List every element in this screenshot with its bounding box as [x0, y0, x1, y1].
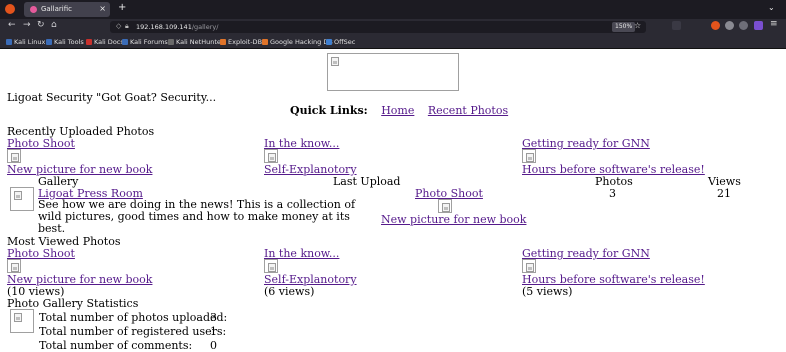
broken-image-icon	[268, 153, 276, 162]
broken-image-icon	[11, 263, 19, 272]
stat-value: 1	[210, 325, 217, 338]
back-arrow-icon[interactable]: ←	[8, 20, 16, 30]
ublock-extension-icon[interactable]	[711, 21, 720, 30]
gallery-description-line: wild pictures, good times and how to mak…	[38, 210, 350, 223]
broken-image-icon	[11, 153, 19, 162]
bookmarks-toolbar: Kali Linux Kali Tools Kali Docs Kali For…	[0, 34, 786, 49]
most-viewed-thumbnail[interactable]	[7, 259, 21, 273]
stat-label: Total number of photos uploaded:	[39, 311, 228, 324]
bookmark-label: Kali NetHunter	[176, 38, 224, 46]
kali-nethunter-icon	[168, 39, 174, 45]
bookmark-label: Kali Tools	[54, 38, 84, 46]
bookmark-star-icon[interactable]: ☆	[634, 21, 641, 30]
ghdb-icon	[262, 39, 268, 45]
firefox-menu-icon[interactable]	[5, 4, 15, 14]
stat-label: Total number of registered users:	[39, 325, 227, 338]
new-tab-icon[interactable]: +	[118, 2, 126, 13]
tracking-shield-icon[interactable]: ◇	[116, 22, 121, 30]
most-viewed-views: (6 views)	[264, 285, 315, 298]
bookmark-kali-nethunter[interactable]: Kali NetHunter	[168, 38, 224, 46]
last-upload-thumbnail[interactable]	[438, 199, 452, 213]
most-viewed-title[interactable]: Getting ready for GNN	[522, 247, 650, 260]
url-text[interactable]: 192.168.109.141/gallery/	[136, 23, 218, 31]
recent-photo-caption[interactable]: New picture for new book	[7, 163, 152, 176]
page-content: Ligoat Security "Got Goat? Security... Q…	[0, 50, 786, 352]
recent-photo-thumbnail[interactable]	[7, 149, 21, 163]
broken-image-icon	[14, 191, 22, 200]
app-menu-icon[interactable]: ≡	[770, 19, 779, 29]
site-banner-image	[327, 53, 459, 91]
quick-link-home[interactable]: Home	[381, 104, 414, 117]
recent-photo-title[interactable]: Getting ready for GNN	[522, 137, 650, 150]
gallery-description-line: best.	[38, 222, 66, 235]
kali-docs-icon	[86, 39, 92, 45]
bookmark-google-hacking-db[interactable]: Google Hacking DB	[262, 38, 333, 46]
insecure-lock-icon[interactable]: 🔒︎	[125, 22, 129, 31]
broken-image-icon	[526, 153, 534, 162]
quick-link-recent-photos[interactable]: Recent Photos	[428, 104, 508, 117]
gallery-view-count: 21	[717, 187, 731, 200]
site-title: Ligoat Security "Got Goat? Security...	[7, 91, 217, 104]
bookmark-exploit-db[interactable]: Exploit-DB	[220, 38, 262, 46]
home-icon[interactable]: ⌂	[51, 20, 57, 30]
extension-icon[interactable]	[725, 21, 734, 30]
recent-photo-thumbnail[interactable]	[264, 149, 278, 163]
url-host: 192.168.109.141	[136, 23, 192, 31]
zoom-level-badge[interactable]: 150%	[612, 22, 636, 32]
settings-icon[interactable]	[739, 21, 748, 30]
gallery-thumbnail[interactable]	[10, 187, 34, 211]
most-viewed-views: (5 views)	[522, 285, 573, 298]
tab-strip: Gallarific × + ⌄	[0, 0, 786, 19]
bookmark-kali-docs[interactable]: Kali Docs	[86, 38, 124, 46]
broken-image-icon	[268, 263, 276, 272]
bookmark-label: OffSec	[334, 38, 356, 46]
tab-gallarific[interactable]: Gallarific ×	[24, 2, 110, 17]
tab-close-icon[interactable]: ×	[99, 4, 106, 13]
stat-value: 3	[210, 311, 217, 324]
foxyproxy-icon[interactable]	[754, 21, 763, 30]
bookmark-label: Kali Forums	[130, 38, 168, 46]
address-bar[interactable]: ◇ 🔒︎ 192.168.109.141/gallery/ 150% ☆	[110, 21, 646, 33]
table-header-last-upload: Last Upload	[333, 175, 401, 188]
tab-title: Gallarific	[41, 5, 72, 13]
bookmark-kali-tools[interactable]: Kali Tools	[46, 38, 84, 46]
broken-image-icon	[442, 203, 450, 212]
bookmark-offsec[interactable]: OffSec	[326, 38, 355, 46]
url-path: /gallery/	[191, 23, 219, 31]
stats-image	[10, 309, 34, 333]
bookmark-label: Google Hacking DB	[270, 38, 333, 46]
exploit-db-icon	[220, 39, 226, 45]
broken-image-icon	[14, 313, 22, 322]
bookmark-kali-linux[interactable]: Kali Linux	[6, 38, 45, 46]
quick-links-label: Quick Links:	[290, 104, 368, 117]
broken-image-icon	[526, 263, 534, 272]
kali-linux-icon	[6, 39, 12, 45]
bookmark-label: Exploit-DB	[228, 38, 263, 46]
broken-image-icon	[331, 57, 339, 66]
bookmark-label: Kali Linux	[14, 38, 46, 46]
most-viewed-thumbnail[interactable]	[264, 259, 278, 273]
pocket-icon[interactable]	[672, 21, 681, 30]
recent-photo-thumbnail[interactable]	[522, 149, 536, 163]
bookmark-kali-forums[interactable]: Kali Forums	[122, 38, 168, 46]
list-all-tabs-icon[interactable]: ⌄	[768, 3, 775, 12]
forward-arrow-icon[interactable]: →	[23, 20, 31, 30]
bookmark-label: Kali Docs	[94, 38, 124, 46]
last-upload-caption[interactable]: New picture for new book	[381, 213, 526, 226]
site-favicon-icon	[30, 6, 37, 13]
most-viewed-thumbnail[interactable]	[522, 259, 536, 273]
navigation-toolbar: ← → ↻ ⌂ ◇ 🔒︎ 192.168.109.141/gallery/ 15…	[0, 19, 786, 34]
kali-tools-icon	[46, 39, 52, 45]
offsec-icon	[326, 39, 332, 45]
gallery-photo-count: 3	[609, 187, 616, 200]
reload-icon[interactable]: ↻	[37, 20, 45, 30]
kali-forums-icon	[122, 39, 128, 45]
